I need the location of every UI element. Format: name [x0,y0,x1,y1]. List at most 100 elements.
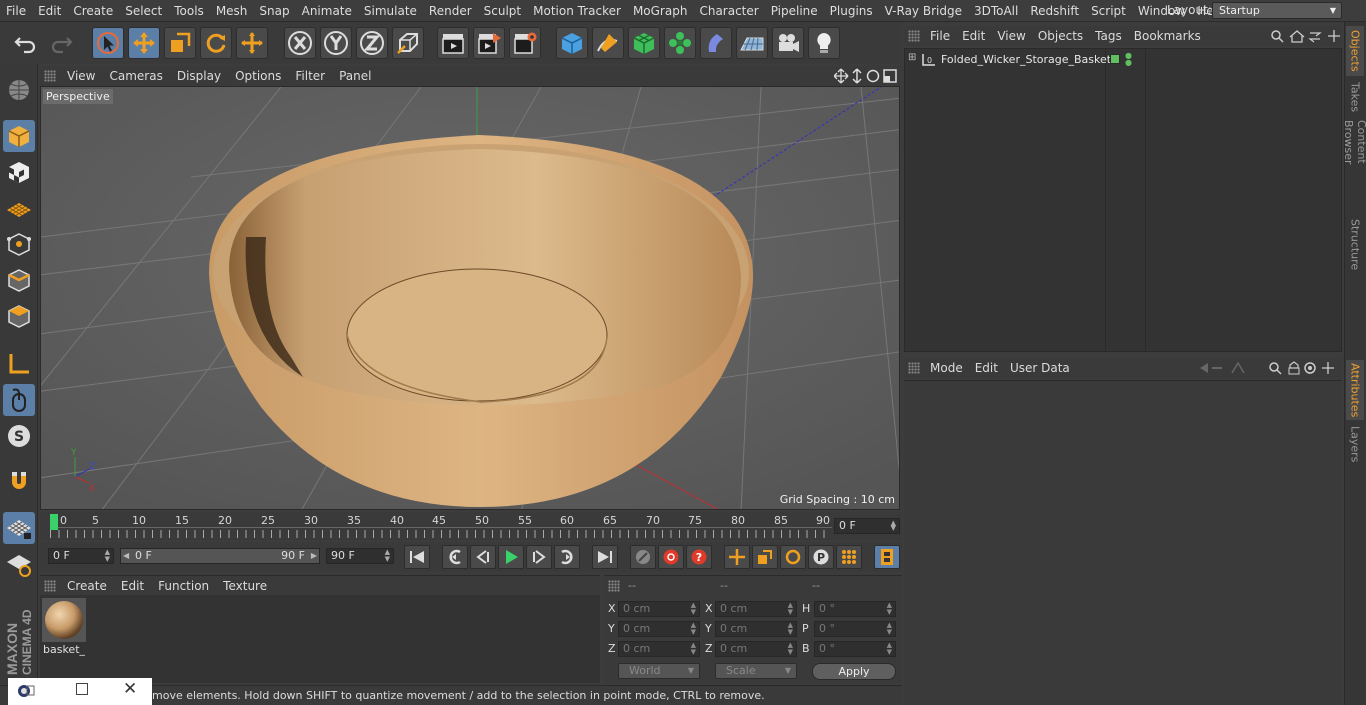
current-frame-field[interactable]: 0 F ▲ ▼ [834,518,900,534]
key-position-button[interactable] [724,545,750,569]
key-scale-button[interactable] [752,545,778,569]
axis-mode-button[interactable] [3,348,35,380]
texture-mode-button[interactable] [3,156,35,188]
menu-simulate[interactable]: Simulate [358,0,423,22]
stepper-icon[interactable]: ▲ ▼ [887,602,892,616]
menu-edit[interactable]: Edit [32,0,67,22]
z-axis-button[interactable] [356,27,388,59]
menu-plugins[interactable]: Plugins [824,0,879,22]
timeline-window-button[interactable] [874,545,900,569]
timeline-ruler[interactable]: 0 5 10 15 20 25 30 35 40 45 50 55 60 65 … [40,512,902,540]
material-menu-edit[interactable]: Edit [114,579,151,593]
stepper-icon[interactable]: ▲ ▼ [887,622,892,636]
previous-frame-button[interactable] [470,545,496,569]
viewport-menu-panel[interactable]: Panel [332,69,378,83]
maximize-icon[interactable] [76,683,88,695]
objects-menu-objects[interactable]: Objects [1032,29,1089,43]
menu-sculpt[interactable]: Sculpt [478,0,527,22]
attribute-manager-nav-icons[interactable] [1198,361,1342,375]
object-manager-nav-icons[interactable] [1270,29,1342,43]
stepper-icon[interactable]: ▲ ▼ [105,549,110,563]
render-view-button[interactable] [437,27,469,59]
objects-menu-file[interactable]: File [924,29,956,43]
add-cube-button[interactable] [556,27,588,59]
visibility-toggle[interactable] [1110,54,1120,64]
material-menu-create[interactable]: Create [60,579,114,593]
tab-objects[interactable]: Objects [1346,26,1364,76]
rot-h-field[interactable]: 0 ° ▲ ▼ [814,601,896,617]
expand-icon[interactable]: ⊞ [908,52,916,63]
rot-b-field[interactable]: 0 ° ▲ ▼ [814,641,896,657]
stepper-icon[interactable]: ▲ ▼ [788,642,793,656]
menu-create[interactable]: Create [67,0,119,22]
add-generator-button[interactable] [628,27,660,59]
material-name[interactable]: basket_ [43,643,85,656]
play-button[interactable] [498,545,524,569]
close-icon[interactable]: ✕ [123,679,137,699]
menu-script[interactable]: Script [1085,0,1132,22]
stepper-icon[interactable]: ▲ ▼ [691,642,696,656]
object-name[interactable]: Folded_Wicker_Storage_Basket [941,53,1111,66]
workplane-lock-button[interactable] [3,512,35,544]
y-axis-button[interactable] [320,27,352,59]
redo-button[interactable] [45,27,77,59]
minimized-window-bar[interactable]: ✕ [8,678,152,705]
menu-vray-bridge[interactable]: V-Ray Bridge [879,0,968,22]
menu-select[interactable]: Select [119,0,168,22]
viewport-menu-filter[interactable]: Filter [288,69,332,83]
rotate-tool-button[interactable] [200,27,232,59]
tweak-mode-button[interactable] [3,384,35,416]
objects-menu-edit[interactable]: Edit [956,29,991,43]
key-parameter-button[interactable]: P [808,545,834,569]
stepper-icon[interactable]: ▲ ▼ [385,549,390,563]
add-deformer-button[interactable] [700,27,732,59]
make-editable-button[interactable] [3,73,35,105]
size-x-field[interactable]: 0 cm ▲ ▼ [715,601,797,617]
render-settings-button[interactable] [509,27,541,59]
x-axis-button[interactable] [284,27,316,59]
tab-structure[interactable]: Structure [1346,216,1364,274]
stepper-icon[interactable]: ▲ ▼ [691,622,696,636]
go-to-end-button[interactable] [592,545,618,569]
layout-dropdown[interactable]: Startup ▼ [1212,2,1342,19]
objects-menu-bookmarks[interactable]: Bookmarks [1128,29,1207,43]
attributes-menu-user-data[interactable]: User Data [1004,361,1076,375]
stepper-icon[interactable]: ▲ ▼ [691,602,696,616]
objects-menu-view[interactable]: View [991,29,1031,43]
material-menu-function[interactable]: Function [151,579,216,593]
recent-tool-button[interactable] [236,27,268,59]
apply-button[interactable]: Apply [812,663,896,680]
stepper-icon[interactable]: ▲ ▼ [788,602,793,616]
menu-snap[interactable]: Snap [253,0,295,22]
pos-x-field[interactable]: 0 cm ▲ ▼ [618,601,700,617]
workplane-mode-button[interactable] [3,192,35,224]
menu-motion-tracker[interactable]: Motion Tracker [527,0,627,22]
pos-z-field[interactable]: 0 cm ▲ ▼ [618,641,700,657]
next-key-button[interactable] [554,545,580,569]
objects-menu-tags[interactable]: Tags [1089,29,1128,43]
scale-tool-button[interactable] [164,27,196,59]
polygons-mode-button[interactable] [3,300,35,332]
add-camera-button[interactable] [772,27,804,59]
render-picture-viewer-button[interactable] [473,27,505,59]
tab-takes[interactable]: Takes [1346,80,1364,114]
size-z-field[interactable]: 0 cm ▲ ▼ [715,641,797,657]
points-mode-button[interactable] [3,228,35,260]
frame-range-slider[interactable]: ◀ 0 F 90 F ▶ [120,548,320,564]
pos-y-field[interactable]: 0 cm ▲ ▼ [618,621,700,637]
size-mode-dropdown[interactable]: Scale ▼ [715,663,797,679]
autokeying-button[interactable] [658,545,684,569]
start-frame-field[interactable]: 0 F ▲ ▼ [48,548,114,564]
edges-mode-button[interactable] [3,264,35,296]
record-keys-button[interactable] [630,545,656,569]
coordinate-system-button[interactable] [392,27,424,59]
object-row[interactable]: ⊞ 0 Folded_Wicker_Storage_Basket [906,52,1111,68]
add-floor-button[interactable] [736,27,768,59]
snap-mode-button[interactable]: S [3,420,35,452]
menu-character[interactable]: Character [693,0,764,22]
3d-viewport[interactable]: Y Z X Perspective Grid Spacing : 10 cm [40,86,900,510]
menu-file[interactable]: File [0,0,32,22]
keyframe-selection-button[interactable]: ? [686,545,712,569]
menu-pipeline[interactable]: Pipeline [765,0,824,22]
render-dots-icon[interactable]: ● ● [1125,52,1132,67]
